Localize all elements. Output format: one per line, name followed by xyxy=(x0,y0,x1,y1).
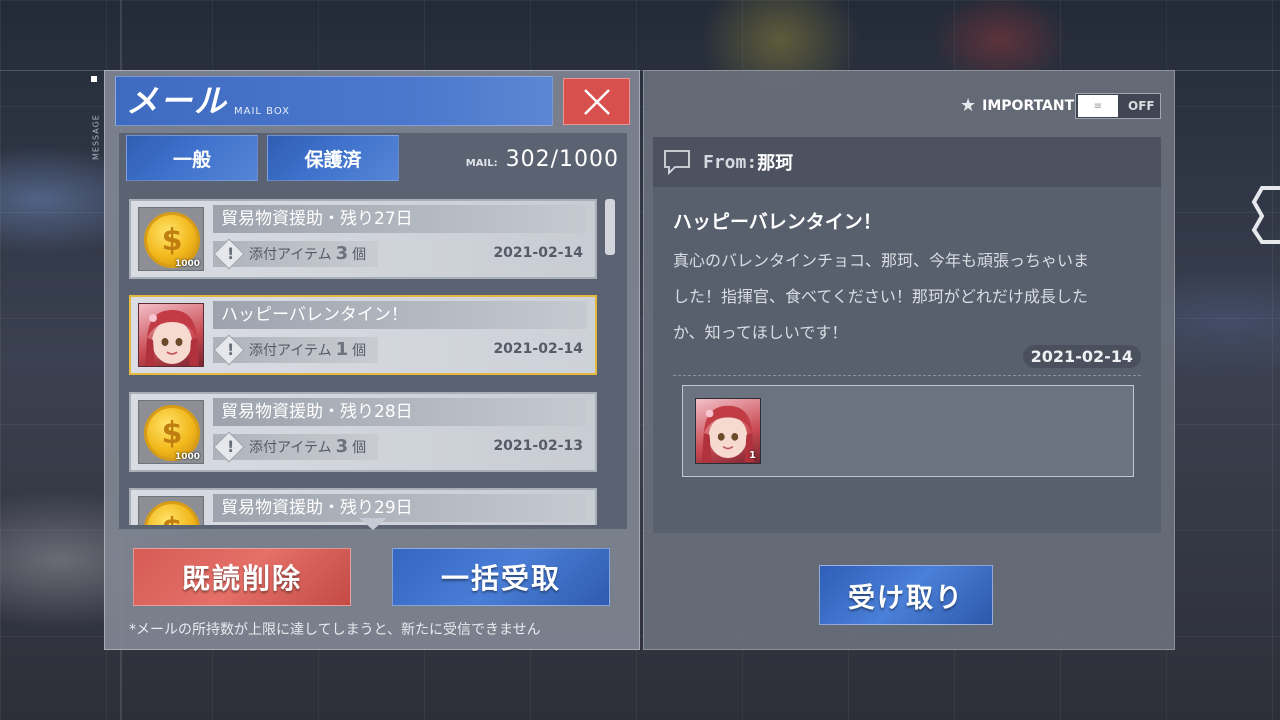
exclamation-icon: ! xyxy=(227,437,235,456)
close-button[interactable] xyxy=(563,78,630,125)
receive-button[interactable]: 受け取り xyxy=(819,565,993,625)
mail-count: MAIL: 302/1000 xyxy=(466,147,619,172)
mail-count-value: 302/1000 xyxy=(505,147,619,172)
scroll-down-arrow-icon xyxy=(359,518,387,530)
mail-item[interactable]: $ 1000 貿易物資援助・残り28日 ! 添付アイテム 3 個 2021-02-1… xyxy=(129,392,597,472)
mail-subject: 貿易物資援助・残り27日 xyxy=(213,205,587,233)
attachment-box: 1 xyxy=(682,385,1134,477)
attachment-label: 添付アイテム xyxy=(249,343,332,359)
attachment-unit: 個 xyxy=(352,440,367,456)
mail-list[interactable]: $ 1000 貿易物資援助・残り27日 ! 添付アイテム 3 個 2021-02-1… xyxy=(127,199,599,525)
gear-icon[interactable] xyxy=(1250,180,1280,246)
mailbox-panel: メール MAIL BOX 一般 保護済 MAIL: 302/1000 $ 100… xyxy=(104,70,640,650)
mail-date: 2021-02-13 xyxy=(493,438,583,454)
character-portrait xyxy=(138,303,204,367)
mail-date: 2021-02-14 xyxy=(493,245,583,261)
star-icon: ★ xyxy=(960,95,977,116)
page-title: メール xyxy=(126,82,229,120)
important-filter: ★ IMPORTANT xyxy=(960,95,1074,116)
attachment-item[interactable]: 1 xyxy=(695,398,761,464)
message-body-line: した！指揮官、食べてください！那珂がどれだけ成長した xyxy=(673,287,1088,306)
mail-limit-note: *メールの所持数が上限に達してしまうと、新たに受信できません xyxy=(129,622,541,638)
coin-amount: 1000 xyxy=(174,259,200,269)
attachment-count: 3 xyxy=(335,243,349,264)
important-toggle[interactable]: ≡ OFF xyxy=(1075,93,1161,119)
attachment-label: 添付アイテム xyxy=(249,247,332,263)
toggle-state: OFF xyxy=(1128,99,1155,113)
exclamation-icon: ! xyxy=(227,340,235,359)
mail-thumbnail: $ 1000 xyxy=(138,207,204,271)
mail-subject: 貿易物資援助・残り29日 xyxy=(213,494,587,522)
tab-general[interactable]: 一般 xyxy=(126,135,258,181)
toggle-knob: ≡ xyxy=(1078,95,1118,117)
mail-attachment-info: ! 添付アイテム 1 個 xyxy=(213,334,378,366)
mail-subject: ハッピーバレンタイン！ xyxy=(213,301,587,329)
attachment-count: 3 xyxy=(335,436,349,457)
scrollbar[interactable] xyxy=(605,199,615,255)
sender-name: 那珂 xyxy=(757,153,794,174)
attachment-quantity: 1 xyxy=(749,450,756,461)
mail-item-selected[interactable]: ハッピーバレンタイン！ ! 添付アイテム 1 個 2021-02-14 xyxy=(129,295,597,375)
message-box: From: 那珂 ハッピーバレンタイン！ 真心のバレンタインチョコ、那珂、今年も… xyxy=(653,137,1161,533)
message-title: ハッピーバレンタイン！ xyxy=(673,211,882,233)
divider xyxy=(673,375,1141,376)
sender-bar: From: 那珂 xyxy=(653,137,1161,187)
coin-amount: 1000 xyxy=(174,452,200,462)
message-date: 2021-02-14 xyxy=(1022,345,1141,368)
mail-date: 2021-02-14 xyxy=(493,341,583,357)
attachment-label: 添付アイテム xyxy=(249,440,332,456)
side-label: MESSAGE xyxy=(91,114,101,160)
mail-detail-panel: ★ IMPORTANT ≡ OFF From: 那珂 ハッピーバレンタイン！ 真… xyxy=(643,70,1175,650)
speech-bubble-icon xyxy=(664,150,690,175)
delete-read-button[interactable]: 既読削除 xyxy=(133,548,351,606)
attachment-count: 1 xyxy=(335,339,349,360)
mail-count-label: MAIL: xyxy=(465,158,498,169)
mail-item[interactable]: $ 1000 貿易物資援助・残り27日 ! 添付アイテム 3 個 2021-02-1… xyxy=(129,199,597,279)
collect-all-button[interactable]: 一括受取 xyxy=(392,548,610,606)
message-body-line: 真心のバレンタインチョコ、那珂、今年も頑張っちゃいま xyxy=(673,251,1090,270)
mail-subject: 貿易物資援助・残り28日 xyxy=(213,398,587,426)
gold-coin-icon: $ xyxy=(144,501,200,525)
mail-list-area: 一般 保護済 MAIL: 302/1000 $ 1000 貿易物資援助・残り27… xyxy=(119,133,627,530)
attachment-unit: 個 xyxy=(352,343,367,359)
mail-attachment-info: ! 添付アイテム 3 個 xyxy=(213,238,378,270)
attachment-unit: 個 xyxy=(352,247,367,263)
close-icon xyxy=(583,88,610,115)
mailbox-header: メール MAIL BOX xyxy=(115,76,553,126)
page-subtitle: MAIL BOX xyxy=(234,106,290,117)
important-label: IMPORTANT xyxy=(982,97,1075,114)
exclamation-icon: ! xyxy=(227,244,235,263)
mail-attachment-info: ! 添付アイテム 3 個 xyxy=(213,431,378,463)
message-body: 真心のバレンタインチョコ、那珂、今年も頑張っちゃいま した！指揮官、食べてくださ… xyxy=(673,243,1143,351)
mail-thumbnail: $ 1000 xyxy=(138,400,204,464)
tab-protected[interactable]: 保護済 xyxy=(267,135,399,181)
from-label: From: xyxy=(703,151,758,173)
mail-thumbnail: $ xyxy=(138,496,204,525)
